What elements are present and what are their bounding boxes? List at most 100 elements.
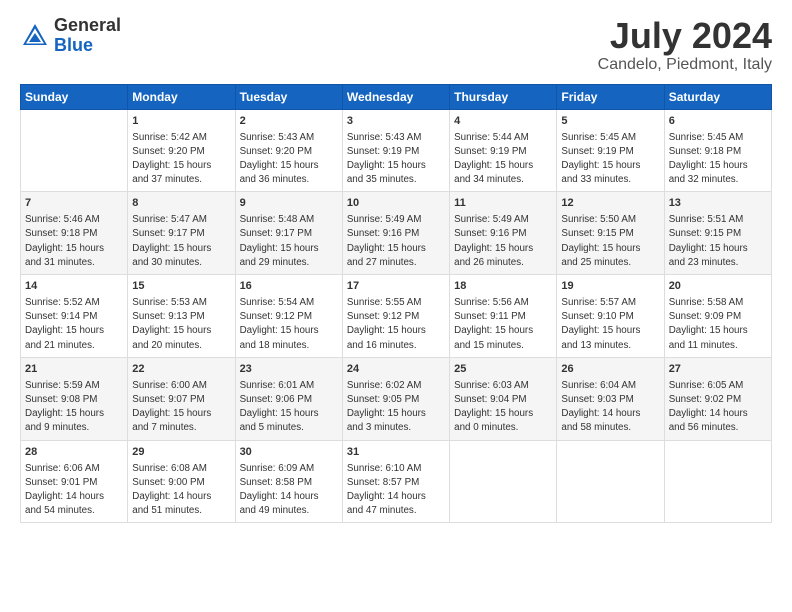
day-cell: 14Sunrise: 5:52 AM Sunset: 9:14 PM Dayli… (21, 275, 128, 358)
day-cell (21, 109, 128, 192)
day-cell: 16Sunrise: 5:54 AM Sunset: 9:12 PM Dayli… (235, 275, 342, 358)
day-number: 16 (240, 279, 338, 295)
day-info: Sunrise: 5:53 AM Sunset: 9:13 PM Dayligh… (132, 296, 230, 353)
day-info: Sunrise: 5:57 AM Sunset: 9:10 PM Dayligh… (561, 296, 659, 353)
col-header-thursday: Thursday (450, 84, 557, 109)
day-info: Sunrise: 5:59 AM Sunset: 9:08 PM Dayligh… (25, 379, 123, 436)
logo-text: General Blue (54, 16, 121, 56)
day-cell: 31Sunrise: 6:10 AM Sunset: 8:57 PM Dayli… (342, 440, 449, 523)
day-cell: 24Sunrise: 6:02 AM Sunset: 9:05 PM Dayli… (342, 357, 449, 440)
day-cell: 28Sunrise: 6:06 AM Sunset: 9:01 PM Dayli… (21, 440, 128, 523)
day-number: 19 (561, 279, 659, 295)
day-number: 30 (240, 445, 338, 461)
day-number: 5 (561, 114, 659, 130)
day-info: Sunrise: 5:45 AM Sunset: 9:18 PM Dayligh… (669, 131, 767, 188)
day-number: 3 (347, 114, 445, 130)
logo: General Blue (20, 16, 121, 56)
logo-general-text: General (54, 16, 121, 36)
day-number: 31 (347, 445, 445, 461)
day-cell: 22Sunrise: 6:00 AM Sunset: 9:07 PM Dayli… (128, 357, 235, 440)
day-cell: 21Sunrise: 5:59 AM Sunset: 9:08 PM Dayli… (21, 357, 128, 440)
day-info: Sunrise: 5:46 AM Sunset: 9:18 PM Dayligh… (25, 213, 123, 270)
logo-blue-text: Blue (54, 36, 121, 56)
day-number: 25 (454, 362, 552, 378)
day-cell: 9Sunrise: 5:48 AM Sunset: 9:17 PM Daylig… (235, 192, 342, 275)
day-cell: 25Sunrise: 6:03 AM Sunset: 9:04 PM Dayli… (450, 357, 557, 440)
day-cell: 3Sunrise: 5:43 AM Sunset: 9:19 PM Daylig… (342, 109, 449, 192)
day-info: Sunrise: 5:56 AM Sunset: 9:11 PM Dayligh… (454, 296, 552, 353)
day-cell: 6Sunrise: 5:45 AM Sunset: 9:18 PM Daylig… (664, 109, 771, 192)
day-cell: 26Sunrise: 6:04 AM Sunset: 9:03 PM Dayli… (557, 357, 664, 440)
day-cell (450, 440, 557, 523)
day-info: Sunrise: 6:03 AM Sunset: 9:04 PM Dayligh… (454, 379, 552, 436)
day-number: 2 (240, 114, 338, 130)
day-cell: 29Sunrise: 6:08 AM Sunset: 9:00 PM Dayli… (128, 440, 235, 523)
col-header-wednesday: Wednesday (342, 84, 449, 109)
day-info: Sunrise: 5:54 AM Sunset: 9:12 PM Dayligh… (240, 296, 338, 353)
day-cell: 20Sunrise: 5:58 AM Sunset: 9:09 PM Dayli… (664, 275, 771, 358)
col-header-friday: Friday (557, 84, 664, 109)
day-number: 10 (347, 196, 445, 212)
col-header-tuesday: Tuesday (235, 84, 342, 109)
day-number: 21 (25, 362, 123, 378)
day-number: 13 (669, 196, 767, 212)
day-cell: 12Sunrise: 5:50 AM Sunset: 9:15 PM Dayli… (557, 192, 664, 275)
day-info: Sunrise: 5:55 AM Sunset: 9:12 PM Dayligh… (347, 296, 445, 353)
day-info: Sunrise: 5:48 AM Sunset: 9:17 PM Dayligh… (240, 213, 338, 270)
day-number: 15 (132, 279, 230, 295)
week-row-2: 7Sunrise: 5:46 AM Sunset: 9:18 PM Daylig… (21, 192, 772, 275)
day-cell: 19Sunrise: 5:57 AM Sunset: 9:10 PM Dayli… (557, 275, 664, 358)
day-info: Sunrise: 5:44 AM Sunset: 9:19 PM Dayligh… (454, 131, 552, 188)
calendar-table: SundayMondayTuesdayWednesdayThursdayFrid… (20, 84, 772, 524)
col-header-sunday: Sunday (21, 84, 128, 109)
day-info: Sunrise: 5:50 AM Sunset: 9:15 PM Dayligh… (561, 213, 659, 270)
day-cell: 27Sunrise: 6:05 AM Sunset: 9:02 PM Dayli… (664, 357, 771, 440)
day-info: Sunrise: 5:47 AM Sunset: 9:17 PM Dayligh… (132, 213, 230, 270)
day-number: 28 (25, 445, 123, 461)
day-info: Sunrise: 5:58 AM Sunset: 9:09 PM Dayligh… (669, 296, 767, 353)
day-info: Sunrise: 6:05 AM Sunset: 9:02 PM Dayligh… (669, 379, 767, 436)
day-info: Sunrise: 6:04 AM Sunset: 9:03 PM Dayligh… (561, 379, 659, 436)
day-number: 17 (347, 279, 445, 295)
day-cell (557, 440, 664, 523)
day-cell: 7Sunrise: 5:46 AM Sunset: 9:18 PM Daylig… (21, 192, 128, 275)
day-info: Sunrise: 6:10 AM Sunset: 8:57 PM Dayligh… (347, 462, 445, 519)
day-cell: 15Sunrise: 5:53 AM Sunset: 9:13 PM Dayli… (128, 275, 235, 358)
day-cell: 17Sunrise: 5:55 AM Sunset: 9:12 PM Dayli… (342, 275, 449, 358)
week-row-1: 1Sunrise: 5:42 AM Sunset: 9:20 PM Daylig… (21, 109, 772, 192)
col-header-monday: Monday (128, 84, 235, 109)
day-cell (664, 440, 771, 523)
week-row-5: 28Sunrise: 6:06 AM Sunset: 9:01 PM Dayli… (21, 440, 772, 523)
week-row-4: 21Sunrise: 5:59 AM Sunset: 9:08 PM Dayli… (21, 357, 772, 440)
title-section: July 2024 Candelo, Piedmont, Italy (598, 16, 772, 74)
day-number: 22 (132, 362, 230, 378)
day-number: 24 (347, 362, 445, 378)
day-cell: 1Sunrise: 5:42 AM Sunset: 9:20 PM Daylig… (128, 109, 235, 192)
day-cell: 11Sunrise: 5:49 AM Sunset: 9:16 PM Dayli… (450, 192, 557, 275)
day-number: 6 (669, 114, 767, 130)
main-title: July 2024 (598, 16, 772, 56)
day-info: Sunrise: 6:01 AM Sunset: 9:06 PM Dayligh… (240, 379, 338, 436)
day-info: Sunrise: 5:51 AM Sunset: 9:15 PM Dayligh… (669, 213, 767, 270)
header: General Blue July 2024 Candelo, Piedmont… (20, 16, 772, 74)
day-cell: 4Sunrise: 5:44 AM Sunset: 9:19 PM Daylig… (450, 109, 557, 192)
day-number: 23 (240, 362, 338, 378)
day-info: Sunrise: 5:49 AM Sunset: 9:16 PM Dayligh… (347, 213, 445, 270)
day-cell: 13Sunrise: 5:51 AM Sunset: 9:15 PM Dayli… (664, 192, 771, 275)
day-number: 9 (240, 196, 338, 212)
day-info: Sunrise: 5:43 AM Sunset: 9:20 PM Dayligh… (240, 131, 338, 188)
logo-icon (20, 21, 50, 51)
day-cell: 18Sunrise: 5:56 AM Sunset: 9:11 PM Dayli… (450, 275, 557, 358)
day-number: 11 (454, 196, 552, 212)
subtitle: Candelo, Piedmont, Italy (598, 56, 772, 74)
day-cell: 23Sunrise: 6:01 AM Sunset: 9:06 PM Dayli… (235, 357, 342, 440)
day-cell: 5Sunrise: 5:45 AM Sunset: 9:19 PM Daylig… (557, 109, 664, 192)
day-number: 8 (132, 196, 230, 212)
page: General Blue July 2024 Candelo, Piedmont… (0, 0, 792, 612)
day-info: Sunrise: 6:09 AM Sunset: 8:58 PM Dayligh… (240, 462, 338, 519)
week-row-3: 14Sunrise: 5:52 AM Sunset: 9:14 PM Dayli… (21, 275, 772, 358)
day-cell: 30Sunrise: 6:09 AM Sunset: 8:58 PM Dayli… (235, 440, 342, 523)
header-row: SundayMondayTuesdayWednesdayThursdayFrid… (21, 84, 772, 109)
day-cell: 10Sunrise: 5:49 AM Sunset: 9:16 PM Dayli… (342, 192, 449, 275)
day-number: 18 (454, 279, 552, 295)
